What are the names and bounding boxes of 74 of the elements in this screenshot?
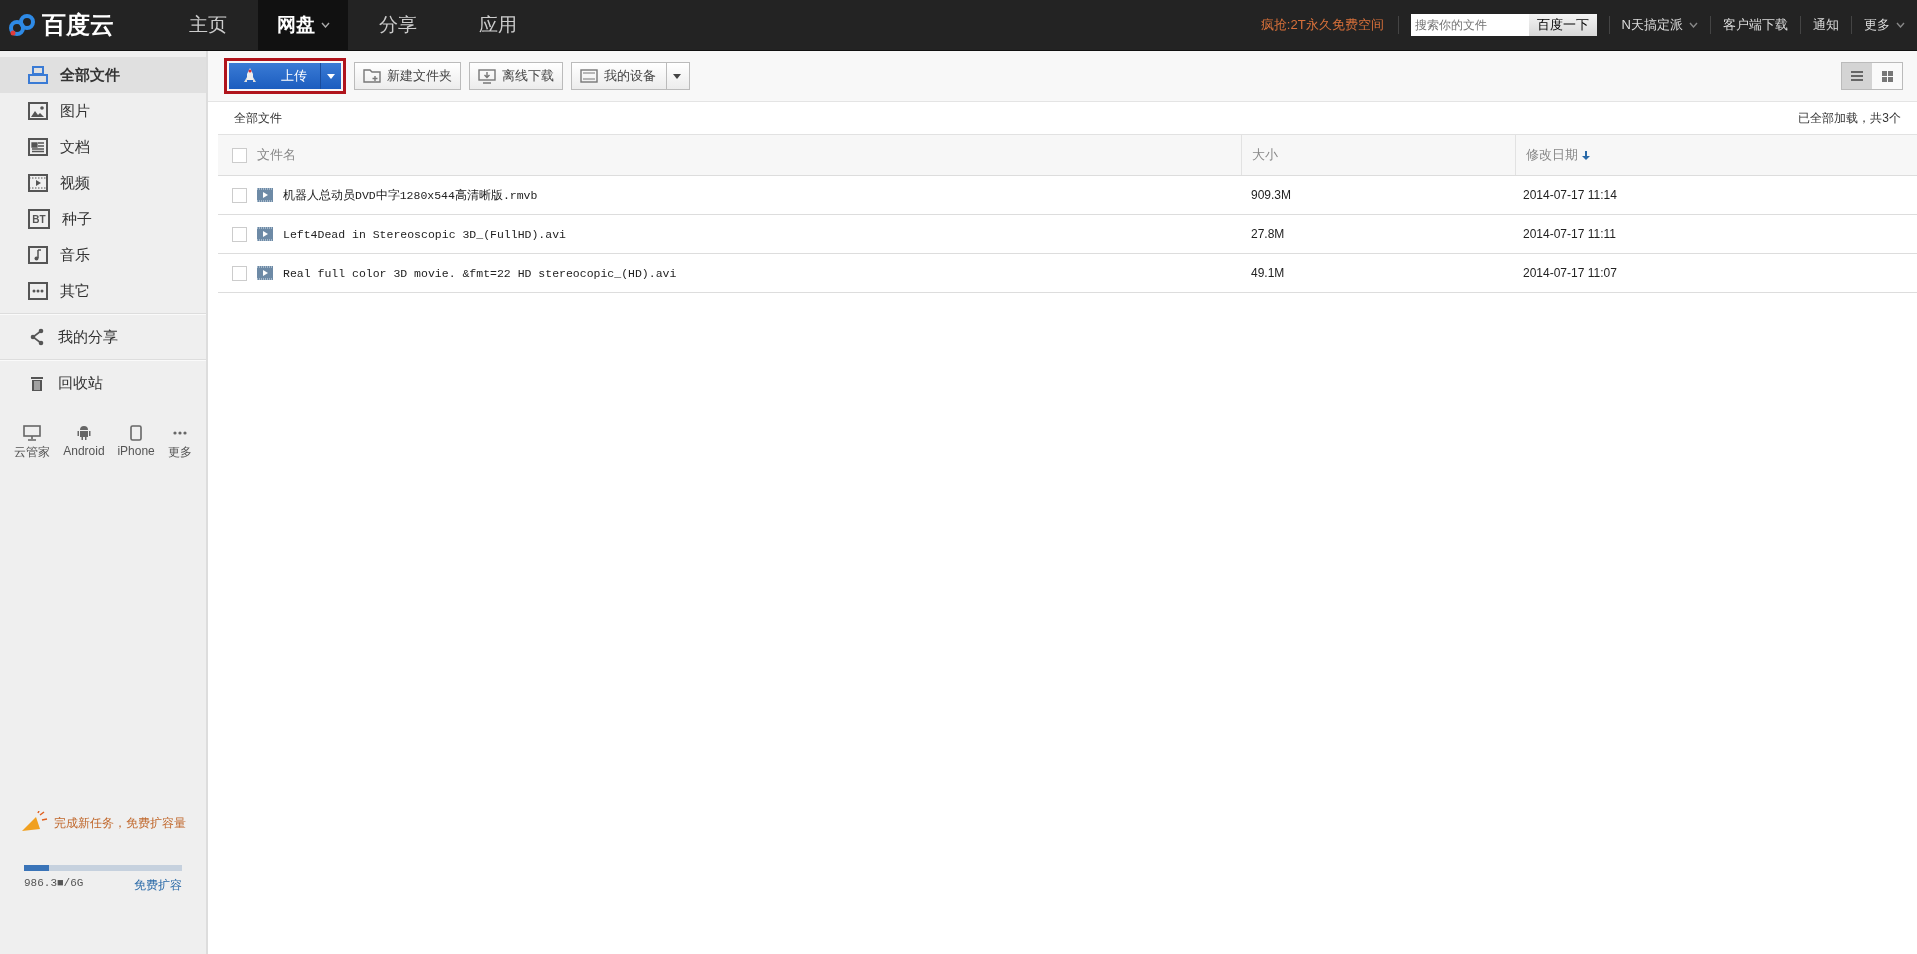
- bt-icon: BT: [28, 209, 50, 229]
- sidebar-item[interactable]: 我的分享: [0, 319, 206, 355]
- android-icon: [75, 425, 92, 441]
- film-icon: [28, 174, 48, 192]
- caret-icon: [327, 73, 335, 79]
- device-link[interactable]: Android: [63, 425, 105, 461]
- file-name[interactable]: Real full color 3D movie. &fmt=22 HD stereocopic_(HD).avi: [283, 266, 677, 280]
- sidebar-item[interactable]: BT 种子: [0, 201, 206, 237]
- download-monitor-icon: [478, 68, 496, 84]
- modified-date: 2014-07-17 11:07: [1523, 266, 1617, 280]
- sidebar-item[interactable]: 音乐: [0, 237, 206, 273]
- file-size: 27.8M: [1251, 227, 1285, 241]
- load-status: 已全部加载，共3个: [1798, 109, 1901, 127]
- nav-tab[interactable]: 应用: [448, 0, 548, 50]
- top-link[interactable]: 更多: [1851, 16, 1917, 34]
- row-checkbox[interactable]: [232, 187, 247, 203]
- select-all-checkbox[interactable]: [232, 147, 247, 163]
- breadcrumb[interactable]: 全部文件: [234, 109, 282, 127]
- search-field[interactable]: 搜索你的文件: [1410, 14, 1529, 36]
- sidebar-item[interactable]: 图片: [0, 93, 206, 129]
- modified-date: 2014-07-17 11:11: [1523, 227, 1616, 241]
- column-header[interactable]: 大小: [1252, 146, 1278, 164]
- folder-add-icon: [363, 69, 381, 83]
- toolbar-button[interactable]: 新建文件夹: [354, 62, 461, 90]
- device-icon: [580, 69, 598, 83]
- top-link[interactable]: 客户端下载: [1710, 16, 1800, 34]
- upload-button[interactable]: 上传: [229, 63, 341, 89]
- drive-icon: [28, 66, 48, 84]
- top-link[interactable]: N天搞定派: [1608, 16, 1710, 34]
- image-icon: [28, 102, 48, 120]
- file-name[interactable]: 机器人总动员DVD中字1280x544高清晰版.rmvb: [283, 187, 538, 203]
- column-header[interactable]: 修改日期: [1526, 146, 1590, 164]
- list-view-icon: [1851, 71, 1863, 81]
- share-icon: [28, 328, 46, 346]
- video-file-icon: [257, 227, 273, 241]
- promo-link[interactable]: 疯抢:2T永久免费空间: [1246, 16, 1399, 34]
- video-file-icon: [257, 188, 273, 202]
- view-toggle[interactable]: [1842, 63, 1872, 89]
- device-link[interactable]: iPhone: [117, 425, 155, 461]
- document-icon: [28, 138, 48, 156]
- logo-text: 百度云: [42, 10, 114, 40]
- music-note-icon: [28, 246, 48, 264]
- task-link[interactable]: 完成新任务，免费扩容量: [54, 814, 186, 832]
- modified-date: 2014-07-17 11:14: [1523, 188, 1617, 202]
- toolbar-button[interactable]: 我的设备: [571, 62, 690, 90]
- device-link[interactable]: 云管家: [14, 425, 51, 461]
- sidebar-item[interactable]: 其它: [0, 273, 206, 309]
- more-icon: [28, 282, 48, 300]
- top-link[interactable]: 通知: [1800, 16, 1851, 34]
- sidebar-item[interactable]: 文档: [0, 129, 206, 165]
- expand-link[interactable]: 免费扩容: [134, 877, 182, 894]
- phone-icon: [130, 425, 143, 441]
- storage-usage: 986.3■/6G: [24, 877, 84, 891]
- file-size: 49.1M: [1251, 266, 1285, 280]
- sidebar-item[interactable]: 视频: [0, 165, 206, 201]
- row-checkbox[interactable]: [232, 226, 247, 242]
- toolbar-button[interactable]: 离线下载: [469, 62, 563, 90]
- sidebar-item[interactable]: 全部文件: [0, 57, 206, 93]
- video-file-icon: [257, 266, 273, 280]
- grid-view-icon: [1881, 70, 1893, 82]
- nav-tab[interactable]: 网盘: [258, 0, 348, 50]
- file-name[interactable]: Left4Dead in Stereoscopic 3D_(FullHD).avi: [283, 227, 566, 241]
- nav-tab[interactable]: 主页: [158, 0, 258, 50]
- monitor-icon: [23, 425, 42, 441]
- sidebar-item[interactable]: 回收站: [0, 365, 206, 401]
- file-size: 909.3M: [1251, 188, 1292, 202]
- sort-down-icon: [1582, 150, 1590, 160]
- cloud-logo-icon: [8, 13, 38, 37]
- rocket-icon: [243, 68, 257, 84]
- row-checkbox[interactable]: [232, 265, 247, 281]
- device-link[interactable]: 更多: [167, 425, 192, 461]
- search-button[interactable]: 百度一下: [1528, 14, 1597, 36]
- nav-tab[interactable]: 分享: [348, 0, 448, 50]
- trash-icon: [28, 374, 46, 392]
